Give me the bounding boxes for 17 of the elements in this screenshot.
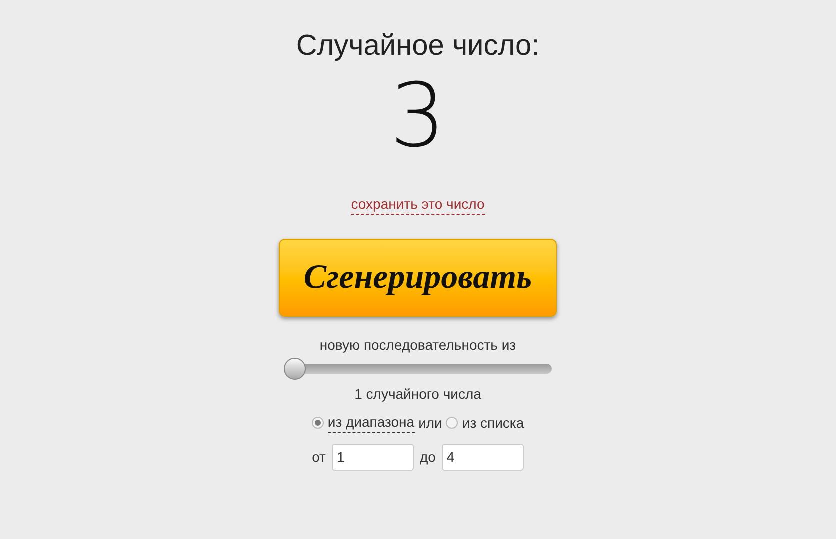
or-text: или — [418, 414, 442, 433]
title: Случайное число: — [296, 29, 540, 64]
radio-label[interactable]: из диапазона — [328, 414, 415, 432]
to-label: до — [420, 448, 436, 467]
radio-label[interactable]: из списка — [462, 414, 524, 432]
slider-track[interactable] — [284, 358, 552, 380]
random-number: 3 — [390, 72, 446, 160]
from-field[interactable]: 1 — [332, 444, 414, 471]
save-link[interactable]: сохранить это число — [351, 196, 485, 215]
radio-button[interactable] — [446, 417, 458, 430]
sequence-label: новую последовательность из — [320, 336, 516, 355]
slider-thumb[interactable] — [284, 358, 306, 380]
to-field[interactable]: 4 — [442, 444, 524, 471]
from-label: от — [312, 448, 326, 467]
generate-button[interactable]: Сгенерировать — [279, 238, 557, 317]
radio-button[interactable] — [312, 417, 324, 430]
count-label: 1 случайного числа — [354, 384, 482, 404]
